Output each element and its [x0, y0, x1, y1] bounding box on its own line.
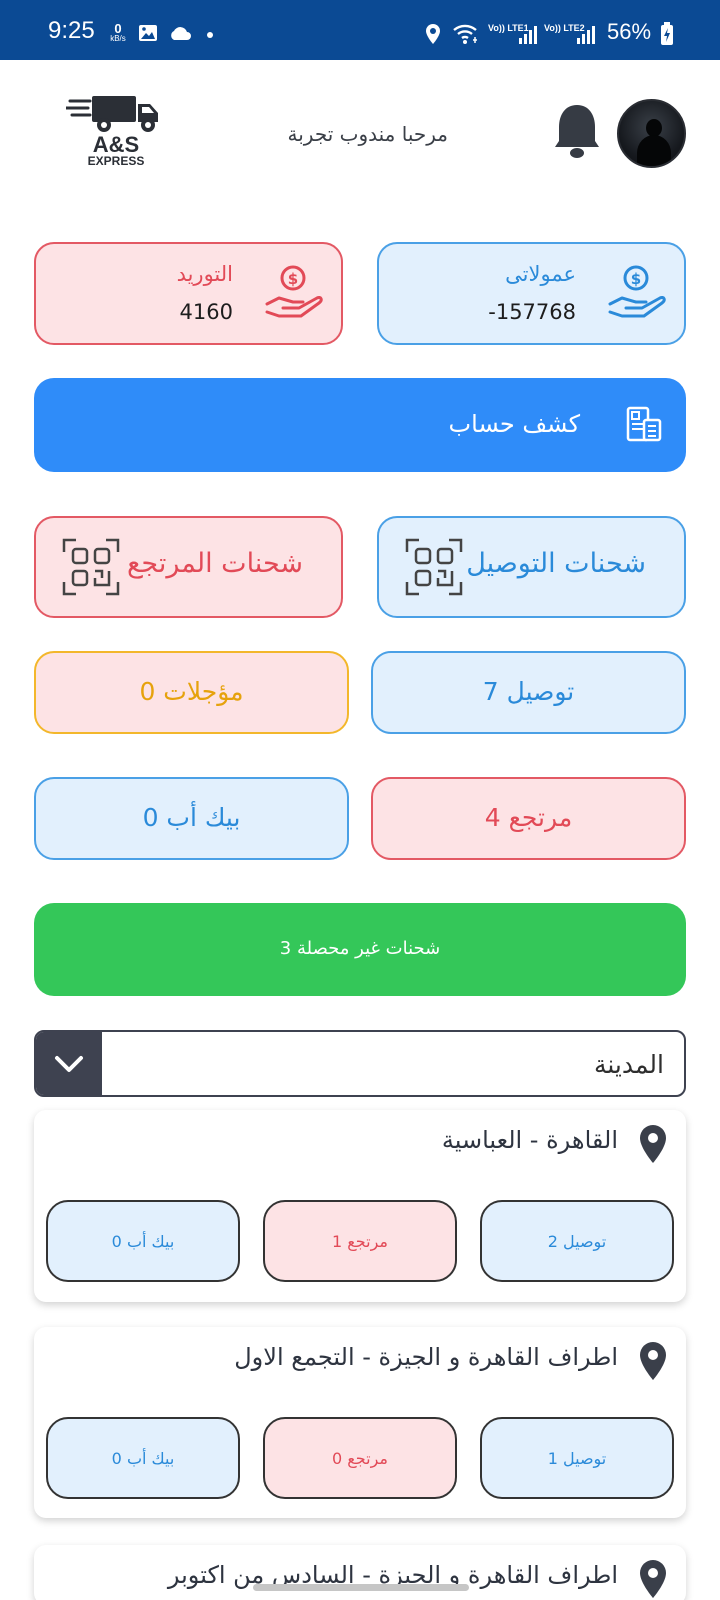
gallery-icon	[139, 25, 157, 41]
area-pickup-button[interactable]: بيك أب 0	[46, 1417, 240, 1499]
chevron-down-icon	[55, 1056, 83, 1072]
area-pickup-label: بيك أب 0	[111, 1449, 175, 1468]
pickup-count-label: بيك أب 0	[142, 803, 241, 832]
commissions-value: -157768	[488, 300, 576, 324]
cloud-icon	[171, 27, 191, 40]
account-statement-label: كشف حساب	[448, 410, 580, 438]
svg-text:$: $	[631, 270, 641, 288]
area-delivery-button[interactable]: توصيل 1	[480, 1417, 674, 1499]
status-time: 9:25	[48, 17, 95, 44]
area-returns-button[interactable]: مرتجع 1	[263, 1200, 457, 1282]
area-delivery-button[interactable]: توصيل 2	[480, 1200, 674, 1282]
supply-value: 4160	[179, 300, 233, 324]
account-statement-button[interactable]: كشف حساب	[34, 378, 686, 472]
greeting-text: مرحبا مندوب تجربة	[287, 122, 449, 146]
area-returns-label: مرتجع 0	[332, 1449, 388, 1468]
svg-text:$: $	[288, 270, 298, 288]
supply-card[interactable]: التوريد 4160 $	[34, 242, 343, 345]
brand-logo: A&S EXPRESS	[64, 92, 166, 172]
dropdown-toggle[interactable]	[36, 1032, 102, 1095]
logo-subtext: EXPRESS	[87, 154, 145, 168]
returns-count-button[interactable]: مرتجع 4	[371, 777, 686, 860]
supply-label: التوريد	[176, 262, 233, 286]
delivery-count-button[interactable]: توصيل 7	[371, 651, 686, 734]
location-icon	[426, 24, 440, 44]
postponed-count-button[interactable]: مؤجلات 0	[34, 651, 349, 734]
area-pickup-button[interactable]: بيك أب 0	[46, 1200, 240, 1282]
area-card[interactable]: القاهرة - العباسية توصيل 2 مرتجع 1 بيك أ…	[34, 1110, 686, 1302]
qr-scan-icon	[62, 538, 120, 596]
area-pickup-label: بيك أب 0	[111, 1232, 175, 1251]
uncollected-shipments-label: شحنات غير محصلة 3	[279, 938, 441, 959]
returns-count-label: مرتجع 4	[484, 803, 573, 832]
delivery-count-label: توصيل 7	[482, 677, 575, 706]
area-delivery-label: توصيل 1	[547, 1449, 607, 1468]
uncollected-shipments-button[interactable]: شحنات غير محصلة 3	[34, 903, 686, 996]
net-speed-unit: kB/s	[110, 34, 126, 43]
signal2-icon	[577, 26, 595, 44]
area-returns-label: مرتجع 1	[332, 1232, 388, 1251]
commissions-label: عمولاتى	[505, 262, 576, 286]
net-speed: 0 kB/s	[106, 22, 130, 43]
dot-icon	[207, 32, 213, 38]
wifi-icon	[453, 24, 477, 44]
money-hand-icon: $	[608, 265, 666, 318]
area-delivery-label: توصيل 2	[547, 1232, 607, 1251]
user-avatar[interactable]	[617, 99, 686, 168]
area-title: القاهرة - العباسية	[441, 1126, 618, 1154]
battery-percent: 56%	[607, 19, 652, 44]
home-indicator[interactable]	[253, 1584, 469, 1591]
signal1-icon	[519, 26, 537, 44]
money-hand-icon: $	[265, 265, 323, 318]
delivery-shipments-label: شحنات التوصيل	[466, 548, 646, 579]
location-pin-icon	[640, 1125, 666, 1163]
notification-bell-icon[interactable]	[553, 103, 601, 161]
area-returns-button[interactable]: مرتجع 0	[263, 1417, 457, 1499]
location-pin-icon	[640, 1560, 666, 1598]
city-dropdown-label: المدينة	[593, 1050, 664, 1079]
battery-icon	[661, 22, 673, 45]
area-card[interactable]: اطراف القاهرة و الجيزة - التجمع الاول تو…	[34, 1327, 686, 1518]
postponed-count-label: مؤجلات 0	[139, 677, 244, 706]
truck-icon	[64, 96, 158, 132]
statement-icon	[626, 406, 662, 442]
location-pin-icon	[640, 1342, 666, 1380]
pickup-count-button[interactable]: بيك أب 0	[34, 777, 349, 860]
qr-scan-icon	[405, 538, 463, 596]
city-dropdown[interactable]: المدينة	[34, 1030, 686, 1097]
delivery-shipments-button[interactable]: شحنات التوصيل	[377, 516, 686, 618]
returns-shipments-label: شحنات المرتجع	[127, 548, 303, 579]
returns-shipments-button[interactable]: شحنات المرتجع	[34, 516, 343, 618]
commissions-card[interactable]: عمولاتى -157768 $	[377, 242, 686, 345]
area-title: اطراف القاهرة و الجيزة - التجمع الاول	[234, 1343, 618, 1371]
avatar-body	[637, 135, 671, 166]
status-bar: 9:25 0 kB/s Vo)) LTE1 Vo)) LTE2 56%	[0, 0, 720, 60]
area-card[interactable]: اطراف القاهرة و الجيزة - السادس من اكتوب…	[34, 1545, 686, 1600]
